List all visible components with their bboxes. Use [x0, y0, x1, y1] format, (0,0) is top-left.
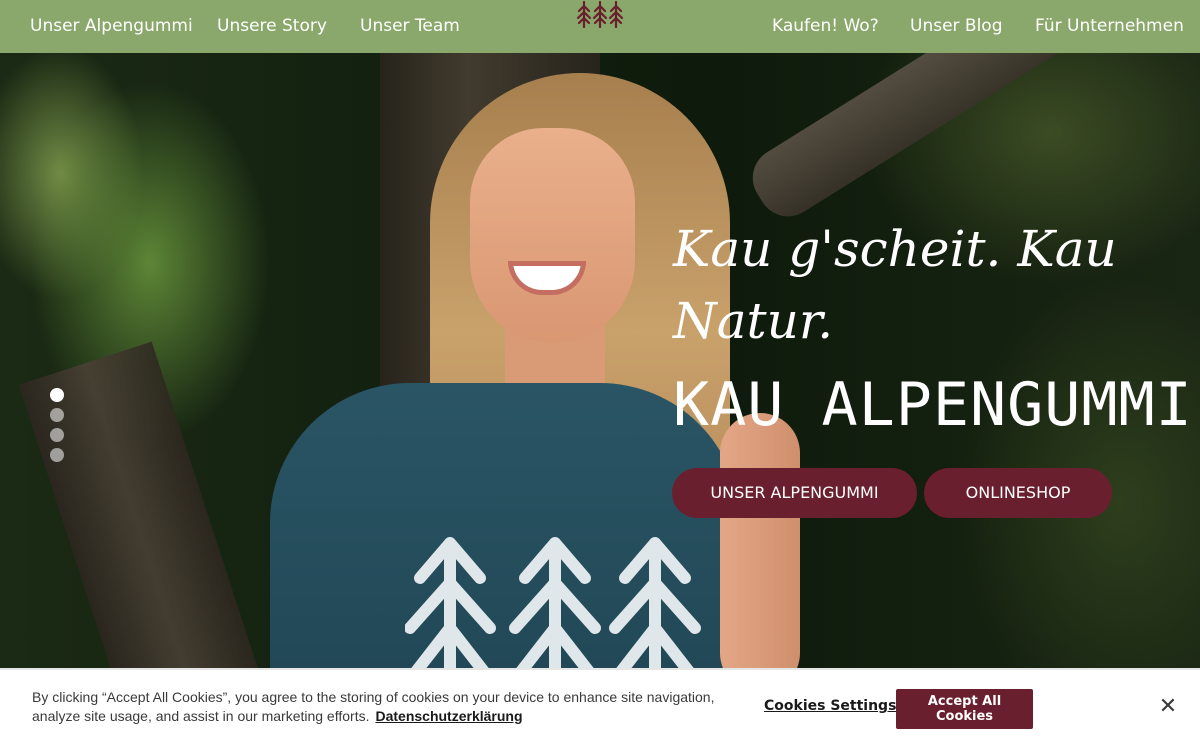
- slider-dot-2[interactable]: [50, 408, 64, 422]
- nav-link-kaufen-wo[interactable]: Kaufen! Wo?: [772, 0, 879, 53]
- cookie-text-block: By clicking “Accept All Cookies”, you ag…: [32, 688, 732, 726]
- slider-pagination: [50, 388, 66, 468]
- slider-dot-4[interactable]: [50, 448, 64, 462]
- cookie-message: By clicking “Accept All Cookies”, you ag…: [32, 689, 715, 724]
- hero-photo-face: [470, 128, 635, 343]
- nav-link-unsere-story[interactable]: Unsere Story: [217, 0, 327, 53]
- nav-link-unser-blog[interactable]: Unser Blog: [910, 0, 1003, 53]
- slider-dot-3[interactable]: [50, 428, 64, 442]
- unser-alpengummi-button[interactable]: UNSER ALPENGUMMI: [672, 468, 917, 518]
- three-trees-icon: [576, 0, 624, 29]
- top-nav: Unser Alpengummi Unsere Story Unser Team…: [0, 0, 1200, 53]
- nav-link-fuer-unternehmen[interactable]: Für Unternehmen: [1035, 0, 1184, 53]
- hero-tagline: Kau g'scheit. Kau Natur.: [673, 220, 1117, 350]
- onlineshop-button[interactable]: ONLINESHOP: [924, 468, 1112, 518]
- slider-dot-1[interactable]: [50, 388, 64, 402]
- cookie-banner: By clicking “Accept All Cookies”, you ag…: [0, 668, 1200, 750]
- close-cookie-banner-button[interactable]: ✕: [1156, 694, 1180, 718]
- hero-section: Kau g'scheit. Kau Natur. KAU ALPENGUMMI!…: [0, 53, 1200, 750]
- nav-link-unser-team[interactable]: Unser Team: [360, 0, 460, 53]
- accept-all-cookies-button[interactable]: Accept All Cookies: [896, 689, 1033, 729]
- logo-link[interactable]: [576, 0, 624, 53]
- close-icon: ✕: [1158, 693, 1178, 718]
- hero-photo-branch: [741, 53, 1200, 228]
- nav-link-unser-alpengummi[interactable]: Unser Alpengummi: [30, 0, 193, 53]
- privacy-policy-link[interactable]: Datenschutzerklärung: [375, 708, 522, 724]
- hero-photo-arm: [720, 413, 800, 693]
- hero-headline: KAU ALPENGUMMI!: [673, 370, 1200, 440]
- cookies-settings-button[interactable]: Cookies Settings: [764, 698, 896, 714]
